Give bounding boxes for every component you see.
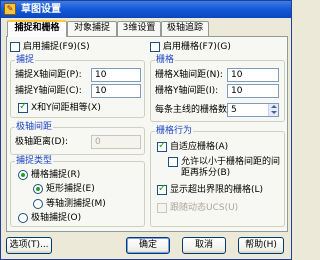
polar-spacing-title: 极轴间距 [15, 122, 54, 133]
snap-x-input[interactable]: 10 [91, 68, 141, 82]
snap-on-label: 启用捕捉(F9)(S) [23, 42, 90, 52]
polar-distance-label: 极轴距离(D): [15, 137, 68, 147]
snap-x-label: 捕捉X轴间距(P): [15, 70, 82, 80]
tab-polar-tracking[interactable]: 极轴追踪 [161, 21, 209, 36]
grid-snap-label: 栅格捕捉(R) [31, 170, 81, 180]
major-line-label: 每条主线的栅格数 [155, 105, 228, 115]
grid-y-label: 栅格Y轴间距(I): [155, 86, 219, 96]
cancel-button[interactable]: 取消 [182, 237, 226, 254]
options-button[interactable]: 选项(T)... [6, 237, 52, 254]
grid-x-input[interactable]: 10 [227, 68, 279, 82]
title-bar[interactable]: ✎ 草图设置 [1, 1, 291, 18]
adaptive-grid-checkbox[interactable] [157, 140, 167, 152]
grid-behavior-group: 栅格行为 自适应栅格(A) 允许以小于栅格间距的间 距再拆分(B) 显示超出界限… [150, 126, 285, 227]
polar-snap-label: 极轴捕捉(O) [31, 213, 82, 223]
beyond-limits-checkbox[interactable] [157, 183, 167, 195]
adaptive-grid-label: 自适应栅格(A) [170, 142, 229, 152]
tab-panel: 启用捕捉(F9)(S) 捕捉 捕捉X轴间距(P): 10 捕捉Y轴间距(C): … [6, 36, 288, 232]
iso-snap-label: 等轴测捕捉(M) [46, 199, 106, 209]
grid-behavior-title: 栅格行为 [155, 126, 194, 137]
grid-on-checkbox[interactable] [150, 42, 160, 52]
snap-type-title: 捕捉类型 [15, 156, 54, 167]
dynamic-ucs-label: 跟随动态UCS(U) [170, 203, 239, 213]
grid-group: 栅格 栅格X轴间距(N): 10 栅格Y轴间距(I): 10 每条主线的栅格数 … [150, 55, 285, 122]
app-icon: ✎ [4, 3, 16, 15]
rect-snap-radio[interactable] [33, 184, 43, 194]
iso-snap-radio[interactable] [33, 199, 43, 209]
snap-y-label: 捕捉Y轴间距(C): [15, 86, 82, 96]
window-title: 草图设置 [21, 4, 61, 15]
beyond-limits-label: 显示超出界限的栅格(L) [170, 185, 264, 195]
snap-group-title: 捕捉 [15, 55, 36, 66]
polar-distance-input[interactable]: 0 [91, 135, 141, 149]
subdivide-label-line1: 允许以小于栅格间距的间 [181, 157, 281, 167]
snap-group: 捕捉 捕捉X轴间距(P): 10 捕捉Y轴间距(C): 10 X和Y间距相等(X… [10, 55, 145, 118]
tab-snap-and-grid[interactable]: 捕捉和栅格 [7, 20, 67, 37]
tab-object-snap[interactable]: 对象捕捉 [67, 21, 117, 36]
snap-y-input[interactable]: 10 [91, 84, 141, 98]
rect-snap-label: 矩形捕捉(E) [46, 184, 95, 194]
tab-3d-settings[interactable]: 3维设置 [117, 21, 161, 36]
grid-x-label: 栅格X轴间距(N): [155, 70, 223, 80]
grid-y-input[interactable]: 10 [227, 84, 279, 98]
spinner-arrows-icon[interactable] [268, 104, 278, 116]
help-button[interactable]: 帮助(H) [238, 237, 284, 254]
major-line-value: 5 [231, 105, 237, 115]
ok-button[interactable]: 确定 [126, 237, 170, 254]
major-line-spinner[interactable]: 5 [227, 103, 279, 117]
drafting-settings-dialog: ✎ 草图设置 捕捉和栅格 对象捕捉 3维设置 极轴追踪 启用捕捉(F9)(S) … [0, 0, 292, 260]
polar-spacing-group: 极轴间距 极轴距离(D): 0 [10, 122, 145, 155]
grid-on-label: 启用栅格(F7)(G) [163, 42, 231, 52]
equal-spacing-label: X和Y间距相等(X) [31, 103, 101, 113]
equal-spacing-checkbox[interactable] [18, 101, 28, 113]
grid-group-title: 栅格 [155, 55, 176, 66]
grid-snap-radio[interactable] [18, 170, 28, 180]
subdivide-label-line2: 距再拆分(B) [181, 168, 231, 178]
subdivide-checkbox[interactable] [168, 157, 178, 167]
snap-type-group: 捕捉类型 栅格捕捉(R) 矩形捕捉(E) 等轴测捕捉(M) 极轴捕捉(O) [10, 156, 145, 227]
snap-on-checkbox[interactable] [10, 42, 20, 52]
polar-snap-radio[interactable] [18, 213, 28, 223]
dynamic-ucs-checkbox[interactable] [157, 203, 167, 213]
